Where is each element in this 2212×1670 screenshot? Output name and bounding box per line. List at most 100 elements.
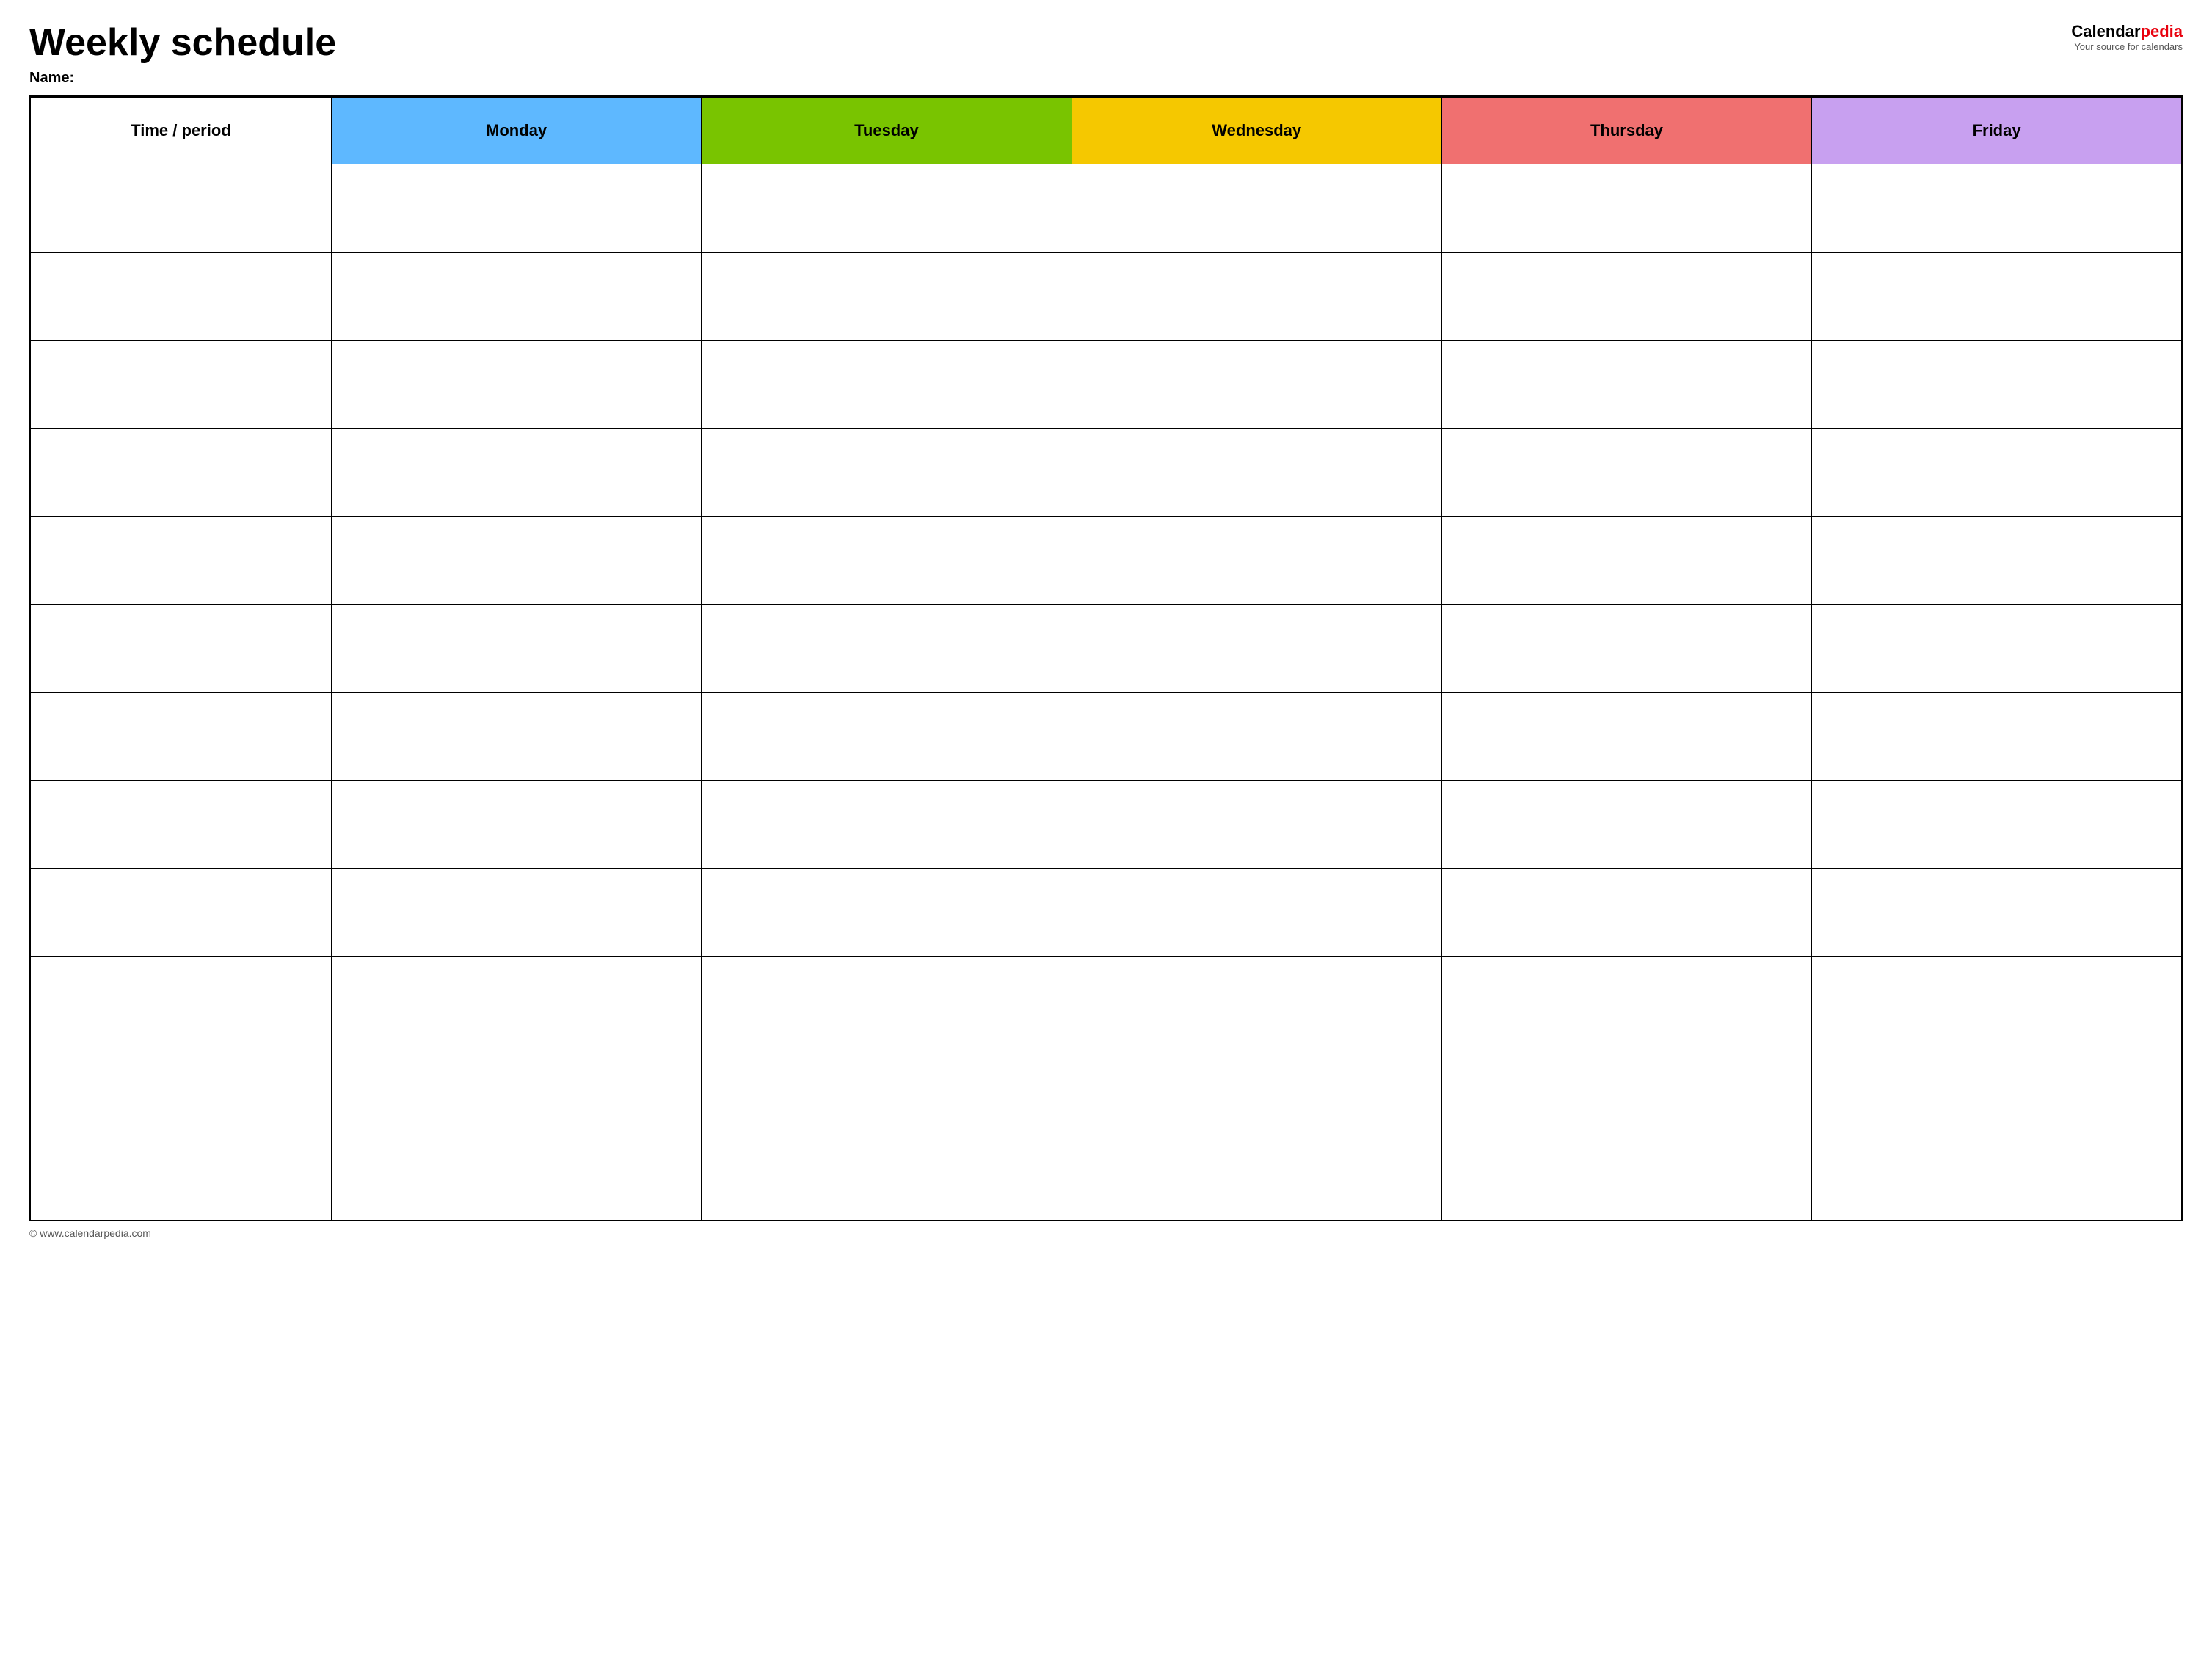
- data-cell[interactable]: [702, 252, 1072, 340]
- title-section: Weekly schedule Name:: [29, 22, 336, 87]
- data-cell[interactable]: [331, 516, 701, 604]
- data-cell[interactable]: [1441, 164, 1811, 252]
- data-cell[interactable]: [30, 428, 331, 516]
- data-cell[interactable]: [1072, 604, 1441, 692]
- data-cell[interactable]: [331, 604, 701, 692]
- table-row: [30, 252, 2182, 340]
- name-label: Name:: [29, 70, 336, 87]
- col-header-monday: Monday: [331, 98, 701, 164]
- data-cell[interactable]: [30, 252, 331, 340]
- data-cell[interactable]: [1812, 868, 2182, 956]
- data-cell[interactable]: [702, 692, 1072, 780]
- data-cell[interactable]: [1812, 604, 2182, 692]
- data-cell[interactable]: [1072, 164, 1441, 252]
- data-cell[interactable]: [1441, 1133, 1811, 1221]
- data-cell[interactable]: [30, 516, 331, 604]
- data-cell[interactable]: [30, 868, 331, 956]
- table-row: [30, 516, 2182, 604]
- data-cell[interactable]: [702, 868, 1072, 956]
- data-cell[interactable]: [30, 956, 331, 1045]
- logo: Calendarpedia: [2071, 22, 2183, 41]
- data-cell[interactable]: [1812, 1133, 2182, 1221]
- col-header-time: Time / period: [30, 98, 331, 164]
- schedule-table: Time / period Monday Tuesday Wednesday T…: [29, 97, 2183, 1221]
- data-cell[interactable]: [1441, 1045, 1811, 1133]
- data-cell[interactable]: [1812, 692, 2182, 780]
- data-cell[interactable]: [1441, 780, 1811, 868]
- table-row: [30, 956, 2182, 1045]
- data-cell[interactable]: [331, 692, 701, 780]
- data-cell[interactable]: [1441, 252, 1811, 340]
- data-cell[interactable]: [1072, 868, 1441, 956]
- logo-calendar: Calendar: [2071, 22, 2140, 40]
- data-cell[interactable]: [1812, 780, 2182, 868]
- data-cell[interactable]: [702, 428, 1072, 516]
- copyright-text: © www.calendarpedia.com: [29, 1227, 151, 1239]
- data-cell[interactable]: [30, 692, 331, 780]
- data-cell[interactable]: [1072, 1133, 1441, 1221]
- logo-pedia: pedia: [2141, 22, 2183, 40]
- table-row: [30, 604, 2182, 692]
- data-cell[interactable]: [331, 868, 701, 956]
- data-cell[interactable]: [1441, 956, 1811, 1045]
- data-cell[interactable]: [331, 428, 701, 516]
- table-row: [30, 1045, 2182, 1133]
- data-cell[interactable]: [331, 956, 701, 1045]
- data-cell[interactable]: [331, 1133, 701, 1221]
- data-cell[interactable]: [702, 1133, 1072, 1221]
- data-cell[interactable]: [1812, 252, 2182, 340]
- data-cell[interactable]: [1812, 340, 2182, 428]
- data-cell[interactable]: [1441, 428, 1811, 516]
- data-cell[interactable]: [30, 340, 331, 428]
- data-cell[interactable]: [1441, 604, 1811, 692]
- data-cell[interactable]: [1441, 340, 1811, 428]
- table-row: [30, 780, 2182, 868]
- table-row: [30, 164, 2182, 252]
- data-cell[interactable]: [702, 1045, 1072, 1133]
- data-cell[interactable]: [30, 1133, 331, 1221]
- footer: © www.calendarpedia.com: [29, 1227, 2183, 1239]
- header-area: Weekly schedule Name: Calendarpedia Your…: [29, 22, 2183, 87]
- data-cell[interactable]: [331, 340, 701, 428]
- data-cell[interactable]: [30, 1045, 331, 1133]
- data-cell[interactable]: [702, 604, 1072, 692]
- data-cell[interactable]: [1072, 516, 1441, 604]
- data-cell[interactable]: [702, 780, 1072, 868]
- col-header-wednesday: Wednesday: [1072, 98, 1441, 164]
- data-cell[interactable]: [1812, 1045, 2182, 1133]
- data-cell[interactable]: [1812, 428, 2182, 516]
- data-cell[interactable]: [1072, 956, 1441, 1045]
- data-cell[interactable]: [1072, 780, 1441, 868]
- data-cell[interactable]: [702, 956, 1072, 1045]
- data-cell[interactable]: [1812, 516, 2182, 604]
- data-cell[interactable]: [1072, 1045, 1441, 1133]
- logo-tagline: Your source for calendars: [2074, 41, 2183, 52]
- data-cell[interactable]: [30, 604, 331, 692]
- data-cell[interactable]: [1441, 692, 1811, 780]
- data-cell[interactable]: [331, 1045, 701, 1133]
- col-header-tuesday: Tuesday: [702, 98, 1072, 164]
- data-cell[interactable]: [1441, 868, 1811, 956]
- data-cell[interactable]: [331, 780, 701, 868]
- data-cell[interactable]: [1072, 252, 1441, 340]
- data-cell[interactable]: [331, 252, 701, 340]
- logo-section: Calendarpedia Your source for calendars: [2071, 22, 2183, 52]
- data-cell[interactable]: [702, 516, 1072, 604]
- data-cell[interactable]: [30, 780, 331, 868]
- data-cell[interactable]: [1072, 692, 1441, 780]
- schedule-body: [30, 164, 2182, 1221]
- data-cell[interactable]: [1072, 340, 1441, 428]
- table-row: [30, 868, 2182, 956]
- data-cell[interactable]: [1441, 516, 1811, 604]
- data-cell[interactable]: [331, 164, 701, 252]
- data-cell[interactable]: [702, 164, 1072, 252]
- data-cell[interactable]: [1812, 956, 2182, 1045]
- data-cell[interactable]: [1812, 164, 2182, 252]
- data-cell[interactable]: [30, 164, 331, 252]
- table-row: [30, 340, 2182, 428]
- page-title: Weekly schedule: [29, 22, 336, 64]
- data-cell[interactable]: [1072, 428, 1441, 516]
- data-cell[interactable]: [702, 340, 1072, 428]
- col-header-friday: Friday: [1812, 98, 2182, 164]
- table-row: [30, 428, 2182, 516]
